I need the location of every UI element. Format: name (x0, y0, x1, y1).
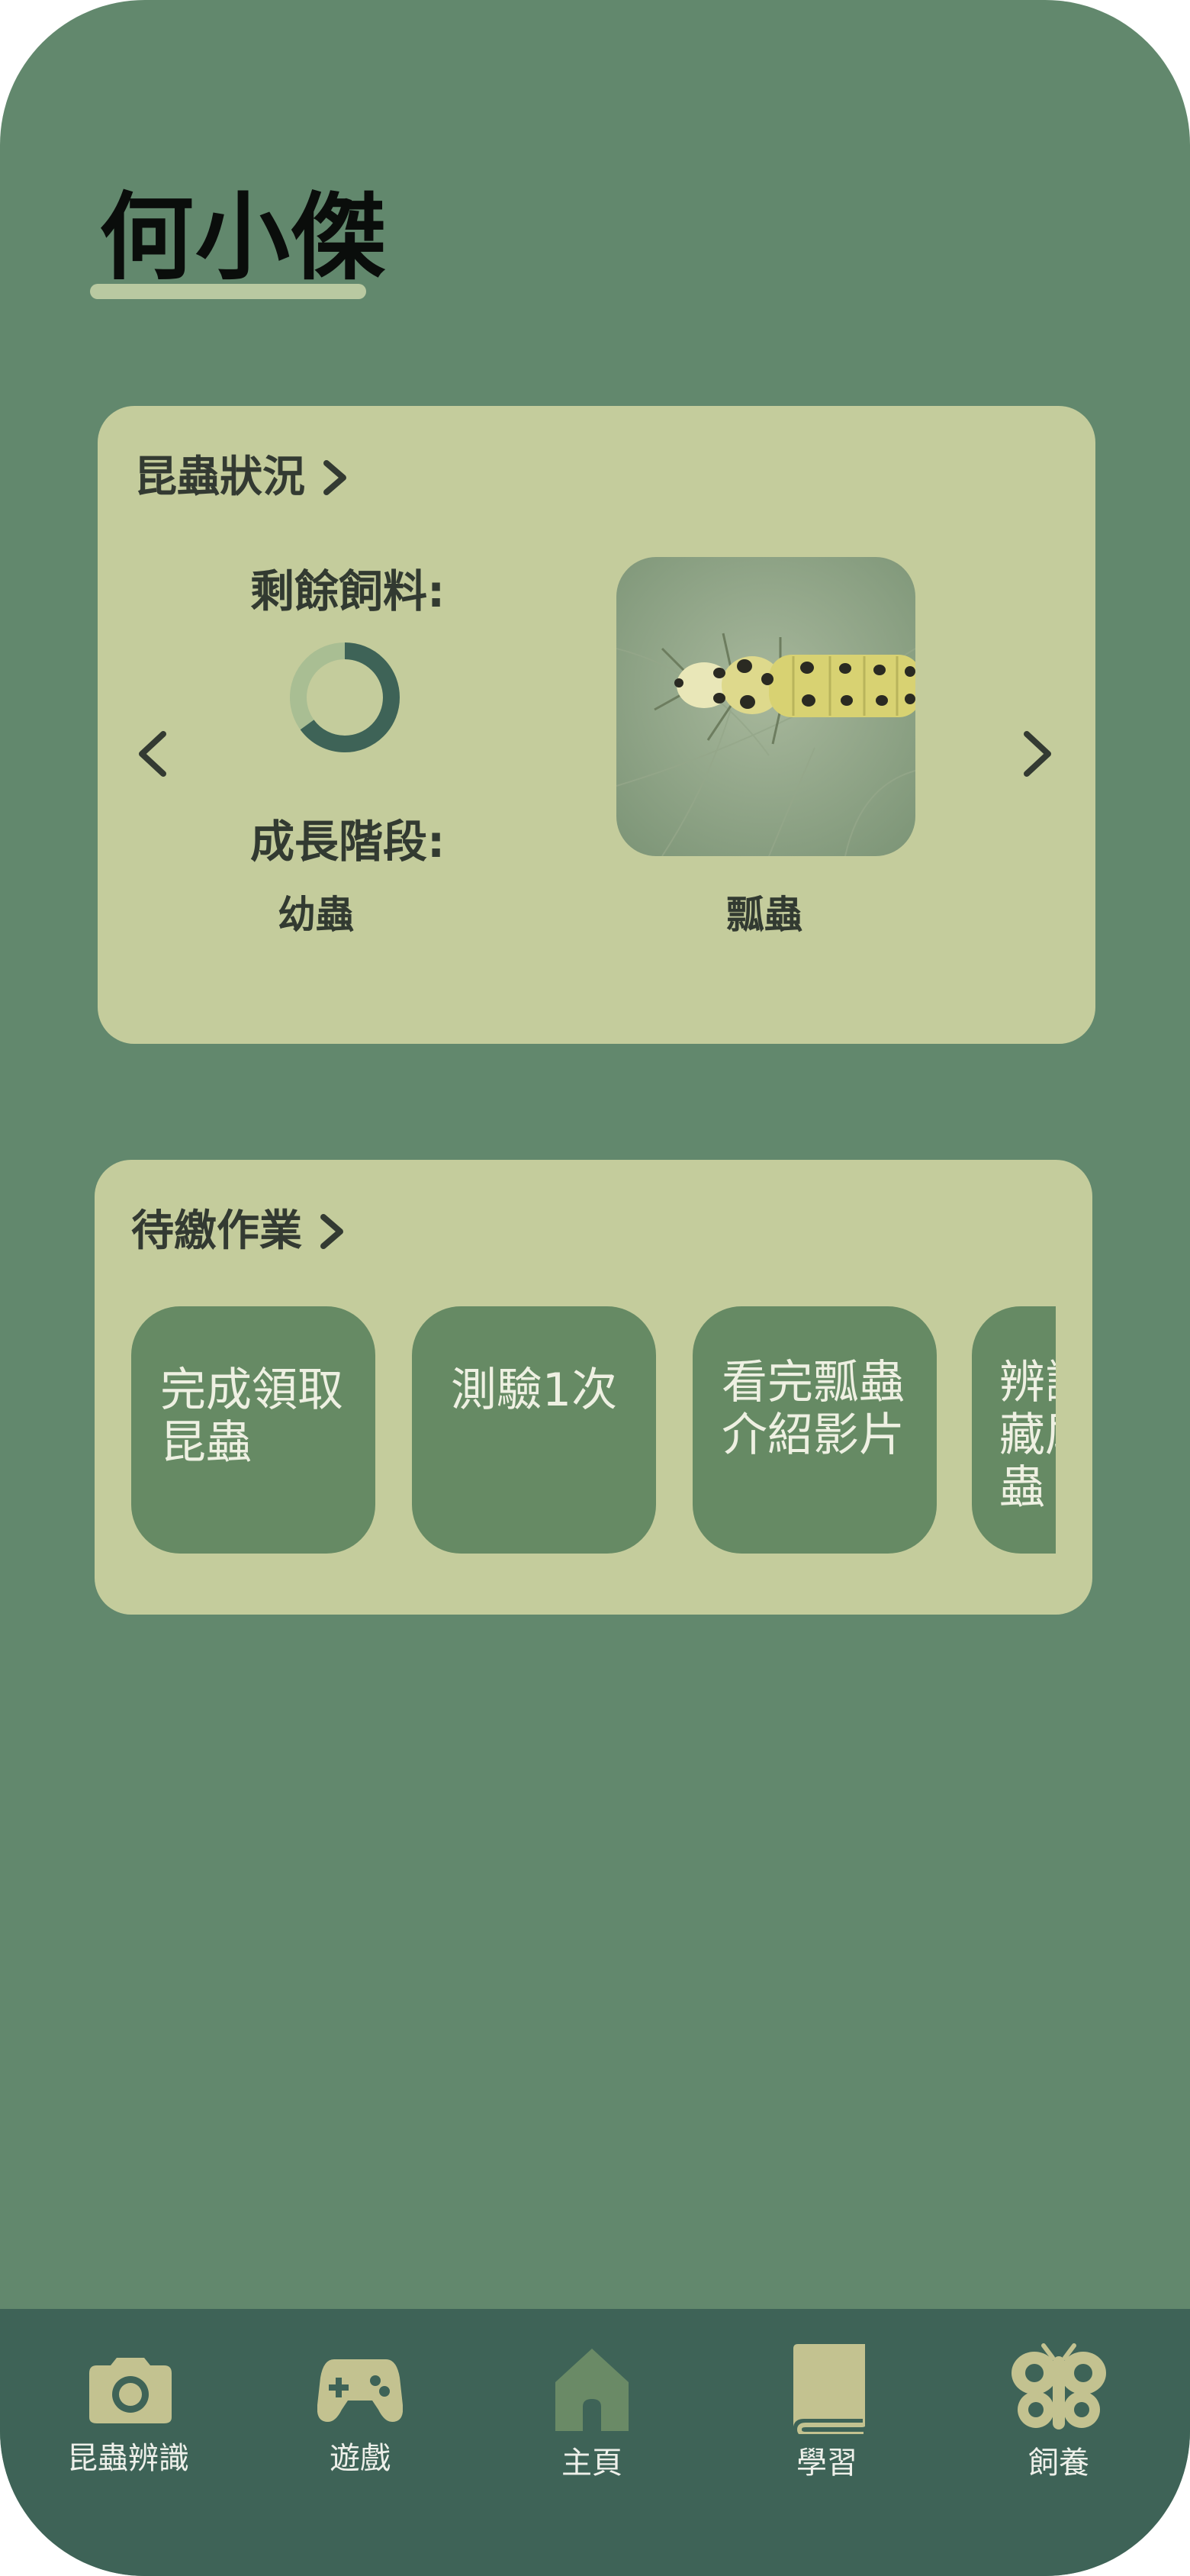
task-label: 完成領取 昆蟲 (160, 1364, 343, 1470)
bottom-navigation: 昆蟲辨識 遊戲 主頁 學習 飼養 (0, 2309, 1190, 2576)
task-card[interactable]: 辨識 藏尾 蟲 (972, 1306, 1056, 1554)
nav-item-raise[interactable]: 飼養 (975, 2309, 1143, 2538)
nav-label: 飼養 (1028, 2446, 1089, 2481)
nav-item-games[interactable]: 遊戲 (276, 2309, 444, 2538)
camera-icon (89, 2358, 172, 2423)
nav-item-learn[interactable]: 學習 (743, 2309, 911, 2538)
home-icon (555, 2349, 629, 2431)
insect-name: 瓢蟲 (726, 893, 802, 937)
homework-task-list[interactable]: 完成領取 昆蟲 測驗1次 看完瓢蟲 介紹影片 辨識 藏尾 蟲 (131, 1306, 1056, 1555)
task-label: 看完瓢蟲 介紹影片 (722, 1356, 905, 1462)
growth-value: 幼蟲 (278, 893, 354, 937)
growth-label: 成長階段: (250, 816, 445, 868)
nav-item-identify[interactable]: 昆蟲辨識 (44, 2309, 212, 2538)
homework-header[interactable]: 待繳作業 (131, 1210, 345, 1253)
gamepad-icon (317, 2359, 403, 2422)
insect-photo (616, 557, 915, 856)
task-card[interactable]: 測驗1次 (412, 1306, 656, 1554)
food-label: 剩餘飼料: (250, 565, 445, 617)
task-card[interactable]: 完成領取 昆蟲 (131, 1306, 375, 1554)
book-icon (793, 2344, 865, 2434)
homework-title: 待繳作業 (131, 1206, 302, 1256)
next-insect-arrow[interactable] (1015, 723, 1060, 784)
previous-insect-arrow[interactable] (130, 723, 175, 784)
chevron-right-icon (323, 460, 346, 495)
nav-label: 學習 (796, 2446, 857, 2481)
user-name: 何小傑 (99, 183, 388, 293)
nav-item-home[interactable]: 主頁 (508, 2309, 676, 2538)
butterfly-icon (1011, 2343, 1106, 2429)
app-screen: 何小傑 昆蟲狀況 剩餘飼料: 成長階段: 幼蟲 瓢蟲 待繳作業 完成領取 昆蟲 … (0, 0, 1190, 2576)
nav-label: 遊戲 (330, 2441, 391, 2476)
insect-status-header[interactable]: 昆蟲狀況 (134, 456, 348, 499)
name-underline (90, 284, 366, 299)
task-label: 測驗1次 (450, 1364, 618, 1417)
task-label: 辨識 藏尾 蟲 (999, 1356, 1056, 1515)
nav-label: 主頁 (561, 2446, 622, 2481)
nav-label: 昆蟲辨識 (67, 2441, 189, 2476)
insect-status-title: 昆蟲狀況 (134, 452, 305, 502)
food-progress-ring (290, 642, 400, 752)
task-card[interactable]: 看完瓢蟲 介紹影片 (693, 1306, 937, 1554)
chevron-right-icon (320, 1214, 343, 1249)
